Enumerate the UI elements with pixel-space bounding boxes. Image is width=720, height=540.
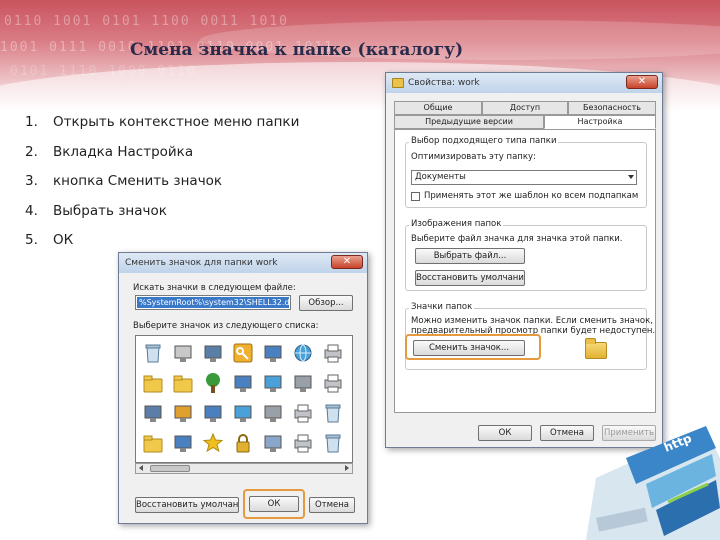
close-button[interactable]: ✕ bbox=[626, 75, 658, 89]
restore-default-button[interactable]: Восстановить умолчания bbox=[135, 497, 239, 513]
banner-decoration: 0101 1110 1000 0110 bbox=[10, 64, 197, 79]
recycle-bin-icon[interactable] bbox=[142, 342, 164, 364]
recycle-bin-empty-icon[interactable] bbox=[322, 432, 344, 454]
restore-default-button[interactable]: Восстановить умолчания bbox=[415, 270, 525, 286]
printer-small-icon[interactable] bbox=[292, 402, 314, 424]
globe-network-icon[interactable] bbox=[292, 342, 314, 364]
arrow-right-icon[interactable] bbox=[345, 465, 349, 471]
close-button[interactable]: ✕ bbox=[331, 255, 363, 269]
printer-folder-icon[interactable] bbox=[172, 372, 194, 394]
tab-customize[interactable]: Настройка bbox=[544, 115, 656, 129]
font-icon[interactable] bbox=[172, 402, 194, 424]
tab-general[interactable]: Общие bbox=[394, 101, 482, 115]
icon-file-input[interactable]: %SystemRoot%\system32\SHELL32.dll bbox=[135, 295, 291, 310]
server-icon[interactable] bbox=[172, 432, 194, 454]
choose-file-button[interactable]: Выбрать файл... bbox=[415, 248, 525, 264]
key-icon[interactable] bbox=[232, 342, 254, 364]
image-icon[interactable] bbox=[232, 402, 254, 424]
step-item: 3. кнопка Сменить значок bbox=[25, 173, 223, 189]
lock-icon[interactable] bbox=[232, 432, 254, 454]
star-icon[interactable] bbox=[202, 432, 224, 454]
error-window-icon[interactable] bbox=[262, 372, 284, 394]
printer-list-icon[interactable] bbox=[322, 372, 344, 394]
tab-security[interactable]: Безопасность bbox=[568, 101, 656, 115]
chevron-down-icon bbox=[628, 175, 634, 179]
dialog-title: Сменить значок для папки work bbox=[125, 258, 278, 268]
checkbox-label: Применять этот же шаблон ко всем подпапк… bbox=[424, 191, 639, 201]
optimize-label: Оптимизировать эту папку: bbox=[411, 152, 536, 162]
group-label: Выбор подходящего типа папки bbox=[409, 136, 559, 146]
dialog-titlebar[interactable]: Свойства: work bbox=[386, 73, 662, 93]
icon-list-scrollbar[interactable] bbox=[135, 463, 353, 474]
flash-icon[interactable] bbox=[232, 372, 254, 394]
apply-subfolders-checkbox[interactable] bbox=[411, 192, 420, 201]
browse-button[interactable]: Обзор... bbox=[299, 295, 353, 311]
step-item: 4. Выбрать значок bbox=[25, 202, 167, 219]
ok-button[interactable]: ОК bbox=[249, 496, 299, 512]
group-label: Изображения папок bbox=[409, 219, 504, 229]
banner-decoration: 0110 1001 0101 1100 0011 1010 bbox=[4, 14, 289, 29]
customize-panel: Выбор подходящего типа папки Оптимизиров… bbox=[394, 129, 656, 413]
folder-properties-dialog: Свойства: work ✕ Общие Доступ Безопаснос… bbox=[385, 72, 663, 448]
screen-icon[interactable] bbox=[202, 402, 224, 424]
folder-icon bbox=[392, 78, 404, 88]
change-icon-button[interactable]: Сменить значок... bbox=[413, 340, 525, 356]
folder-star-icon[interactable] bbox=[142, 372, 164, 394]
cancel-button[interactable]: Отмена bbox=[309, 497, 355, 513]
recycle-bin-full-icon[interactable] bbox=[322, 402, 344, 424]
dialog-title: Свойства: work bbox=[408, 78, 480, 88]
documents-icon[interactable] bbox=[262, 402, 284, 424]
ok-button[interactable]: ОК bbox=[478, 425, 532, 441]
step-item: 1. Открыть контекстное меню папки bbox=[25, 114, 300, 130]
tree-icon[interactable] bbox=[202, 372, 224, 394]
change-icon-dialog: Сменить значок для папки work ✕ Искать з… bbox=[118, 252, 368, 524]
tab-sharing[interactable]: Доступ bbox=[482, 101, 568, 115]
desktop-icon[interactable] bbox=[142, 402, 164, 424]
dialog-titlebar[interactable]: Сменить значок для папки work bbox=[119, 253, 367, 273]
computer-network-icon[interactable] bbox=[262, 342, 284, 364]
folder-users-icon[interactable] bbox=[142, 432, 164, 454]
step-item: 2. Вкладка Настройка bbox=[25, 143, 194, 160]
select-icon-label: Выберите значок из следующего списка: bbox=[133, 321, 319, 331]
search-file-label: Искать значки в следующем файле: bbox=[133, 283, 296, 293]
folder-type-select[interactable]: Документы bbox=[411, 170, 637, 185]
search-document-icon[interactable] bbox=[262, 432, 284, 454]
folder-preview-icon bbox=[585, 338, 607, 359]
network-printer-icon[interactable] bbox=[292, 432, 314, 454]
icons-description: Можно изменить значок папки. Если сменит… bbox=[411, 316, 653, 326]
drive-icon[interactable] bbox=[202, 342, 224, 364]
group-label: Значки папок bbox=[409, 302, 475, 312]
scrollbar-thumb[interactable] bbox=[150, 465, 190, 472]
printer-icon[interactable] bbox=[322, 342, 344, 364]
icon-list[interactable] bbox=[135, 335, 353, 463]
chip-icon[interactable] bbox=[172, 342, 194, 364]
tab-previous-versions[interactable]: Предыдущие версии bbox=[394, 115, 544, 129]
arrow-left-icon[interactable] bbox=[139, 465, 143, 471]
web-illustration: http bbox=[586, 426, 720, 540]
images-prompt: Выберите файл значка для значка этой пап… bbox=[411, 234, 623, 244]
steps-list: 1. Открыть контекстное меню папки 2. Вклад… bbox=[25, 114, 299, 262]
monitor-tiles-icon[interactable] bbox=[292, 372, 314, 394]
slide-title: Смена значка к папке (каталогу) bbox=[130, 40, 464, 60]
